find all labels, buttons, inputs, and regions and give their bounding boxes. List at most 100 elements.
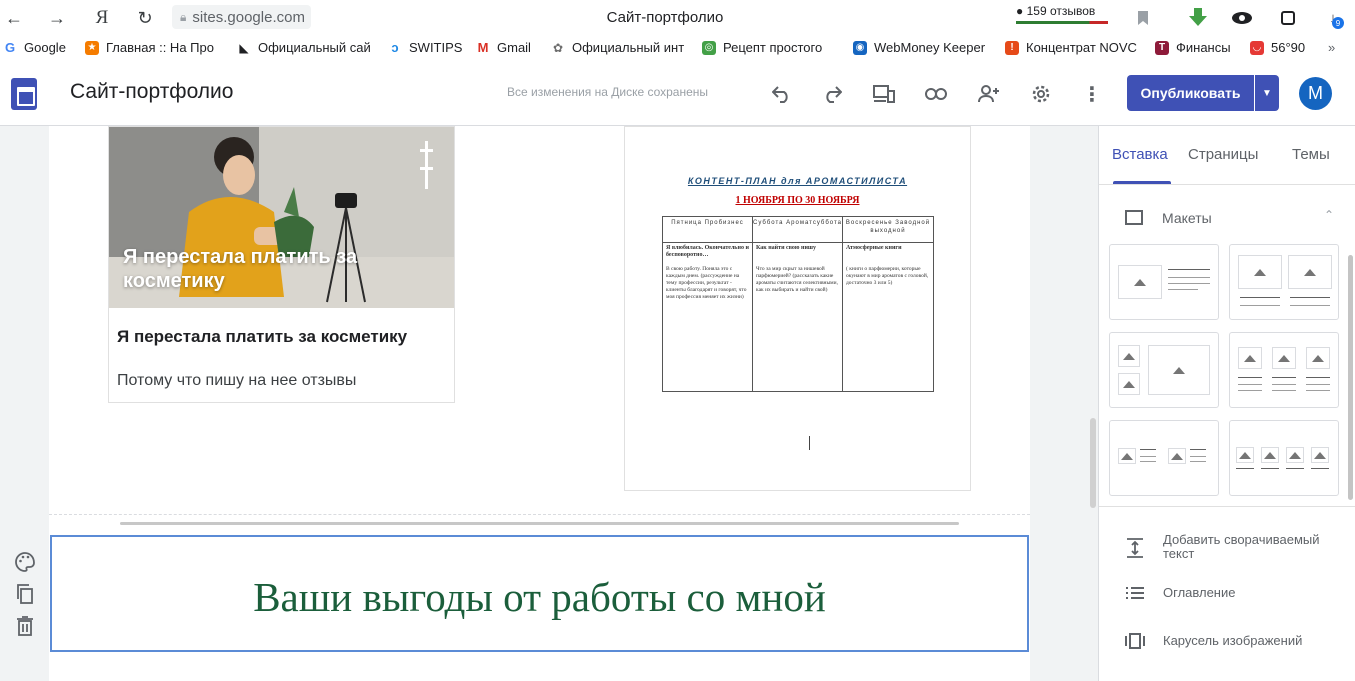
reviews-count: 159 отзывов <box>1026 4 1096 18</box>
text-line <box>1238 390 1262 391</box>
share-add-person-icon[interactable] <box>975 80 1003 108</box>
collapse-chevron-icon[interactable]: ⌃ <box>1324 208 1334 222</box>
gmail-icon: M <box>476 40 490 55</box>
text-line <box>1290 297 1330 298</box>
google-sites-logo-icon[interactable] <box>11 78 37 110</box>
site-icon: ◣ <box>237 40 251 55</box>
layout-tile[interactable] <box>1229 244 1339 320</box>
panel-scrollbar[interactable] <box>1348 255 1353 500</box>
forward-icon[interactable]: → <box>45 6 69 30</box>
site-title[interactable]: Сайт-портфолио <box>70 80 233 104</box>
duplicate-section-icon[interactable] <box>14 583 36 605</box>
publish-dropdown-chevron-icon[interactable]: ▼ <box>1255 75 1279 111</box>
layouts-label[interactable]: Макеты <box>1162 210 1212 226</box>
link-icon[interactable] <box>922 80 950 108</box>
table-of-contents-item[interactable]: Оглавление <box>1163 586 1235 600</box>
image-carousel-item[interactable]: Карусель изображений <box>1163 634 1302 648</box>
delete-section-icon[interactable] <box>14 615 36 637</box>
image-placeholder-icon <box>1236 447 1254 463</box>
text-line <box>1311 468 1329 469</box>
layout-tile[interactable] <box>1109 420 1219 496</box>
text-line <box>1272 390 1296 391</box>
tab-insert[interactable]: Вставка <box>1112 146 1168 163</box>
blog-card[interactable]: Я перестала платить за косметику Я перес… <box>108 126 455 403</box>
bookmark-webmoney[interactable]: ◉ WebMoney Keeper <box>853 40 993 55</box>
publish-button[interactable]: Опубликовать <box>1127 75 1254 111</box>
eye-icon[interactable] <box>1231 7 1253 29</box>
text-line <box>1140 461 1156 462</box>
layout-tile[interactable] <box>1109 332 1219 408</box>
bookmark-label: Официальный инт <box>572 40 685 55</box>
more-bookmarks-icon[interactable]: » <box>1328 40 1348 55</box>
layout-tile[interactable] <box>1109 244 1219 320</box>
text-line <box>1286 468 1304 469</box>
doc-text: В свою работу. Поняла это с каждым днем.… <box>666 266 747 300</box>
layout-tile[interactable] <box>1229 420 1339 496</box>
bookmark-switips[interactable]: ↄ SWITIPS <box>388 40 463 55</box>
bookmark-official-site[interactable]: ◣ Официальный сай <box>237 40 370 55</box>
bookmark-recipe[interactable]: ◎ Рецепт простого <box>702 40 838 55</box>
add-collapsible-text-item[interactable]: Добавить сворачиваемый текст <box>1163 533 1343 561</box>
extension-icon[interactable] <box>1277 7 1299 29</box>
star-icon: ★ <box>85 40 99 55</box>
reviews-extension[interactable]: ● 159 отзывов <box>1016 4 1108 24</box>
bookmark-gmail[interactable]: M Gmail <box>476 40 538 55</box>
address-bar[interactable]: 🔒︎ sites.google.com <box>172 5 311 29</box>
image-placeholder-icon <box>1272 347 1296 369</box>
doc-text: ( книги о парфюмерии, которые окунают в … <box>846 266 929 286</box>
table-of-contents-icon <box>1125 583 1145 603</box>
undo-icon[interactable] <box>768 80 796 108</box>
text-line <box>1168 289 1198 290</box>
bookmark-56-90[interactable]: ◡ 56°90 <box>1250 40 1315 55</box>
text-line <box>1306 390 1330 391</box>
doc-column-body: Атмосферные книги ( книги о парфюмерии, к… <box>843 243 933 289</box>
recipe-icon: ◎ <box>702 40 716 55</box>
finance-icon: T <box>1155 40 1169 55</box>
bookmark-glavnaya[interactable]: ★ Главная :: На Про <box>85 40 221 55</box>
bookmark-official-int[interactable]: ✿ Официальный инт <box>551 40 688 55</box>
tab-title: Сайт-портфолио <box>606 9 724 26</box>
image-placeholder-icon <box>1148 345 1210 395</box>
text-line <box>1306 377 1330 378</box>
bookmarks-bar: G Google ★ Главная :: На Про ◣ Официальный … <box>0 36 1355 62</box>
image-placeholder-icon <box>1118 265 1162 299</box>
content-plan-document[interactable]: КОНТЕНТ-ПЛАН для АРОМАСТИЛИСТА 1 НОЯБРЯ … <box>624 126 971 491</box>
doc-column: Суббота Ароматсуббота Как найти свою ниш… <box>753 217 843 391</box>
download-arrow-extension-icon[interactable] <box>1187 7 1209 29</box>
section-heading[interactable]: Ваши выгоды от работы со мной <box>52 573 1027 621</box>
doc-column-head: Суббота Ароматсуббота <box>753 217 842 243</box>
comment-icon: ● <box>1016 4 1024 18</box>
text-line <box>1236 468 1254 469</box>
text-line <box>1238 384 1262 385</box>
more-vert-icon[interactable]: ⋮ <box>1078 80 1106 108</box>
canvas-scrollbar[interactable] <box>1090 418 1096 508</box>
back-icon[interactable]: ← <box>2 6 26 30</box>
reload-icon[interactable]: ↻ <box>133 6 157 30</box>
bookmark-google[interactable]: G Google <box>3 40 78 55</box>
redo-icon[interactable] <box>818 80 846 108</box>
bookmark-icon[interactable] <box>1132 7 1154 29</box>
section-resize-handle[interactable] <box>120 522 959 525</box>
selected-section[interactable]: Ваши выгоды от работы со мной <box>50 535 1029 652</box>
palette-icon[interactable] <box>14 551 36 573</box>
bookmark-finance[interactable]: T Финансы <box>1155 40 1235 55</box>
section-divider <box>49 514 1030 515</box>
card-title[interactable]: Я перестала платить за косметику <box>117 327 407 347</box>
bookmark-label: Главная :: На Про <box>106 40 214 55</box>
yandex-icon[interactable]: Я <box>90 6 114 30</box>
doc-heading: КОНТЕНТ-ПЛАН для АРОМАСТИЛИСТА <box>687 176 908 186</box>
downloads-icon[interactable]: ↓ 9 <box>1322 7 1344 29</box>
card-image[interactable]: Я перестала платить за косметику <box>109 127 454 308</box>
image-placeholder-icon <box>1118 345 1140 367</box>
collapsible-text-icon <box>1125 538 1145 558</box>
tab-themes[interactable]: Темы <box>1292 146 1330 163</box>
settings-gear-icon[interactable] <box>1027 80 1055 108</box>
bookmark-concentrate[interactable]: ! Концентрат NOVC <box>1005 40 1138 55</box>
avatar[interactable]: M <box>1299 77 1332 110</box>
tab-pages[interactable]: Страницы <box>1188 146 1258 163</box>
text-line <box>1190 461 1206 462</box>
layout-tile[interactable] <box>1229 332 1339 408</box>
image-placeholder-icon <box>1238 255 1282 289</box>
doc-column: Воскресенье Заводной выходной Атмосферны… <box>843 217 933 391</box>
preview-devices-icon[interactable] <box>870 80 898 108</box>
